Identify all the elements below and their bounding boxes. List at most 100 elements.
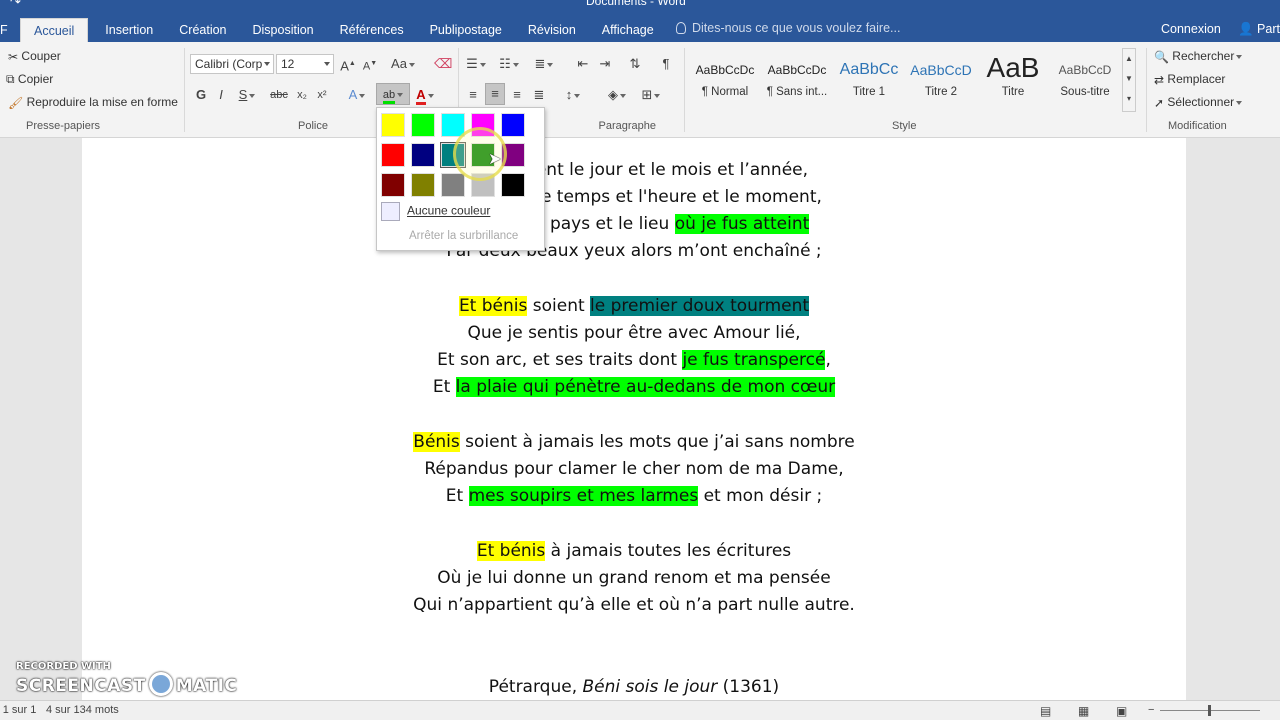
subscript-button[interactable]: x₂ (294, 85, 310, 105)
text-effects-button[interactable]: A (344, 85, 370, 105)
style-title[interactable]: AaB Titre (977, 48, 1049, 112)
underline-button[interactable]: S (235, 85, 259, 105)
record-icon (148, 672, 173, 696)
replace-button[interactable]: ⇄ Remplacer (1154, 72, 1225, 87)
tab-mailings[interactable]: Publipostage (417, 18, 515, 42)
style-normal[interactable]: AaBbCcDc ¶ Normal (689, 48, 761, 112)
paintbrush-icon: 🖌 (8, 95, 24, 110)
poem-line: La saison, le temps et l'heure et le mom… (446, 187, 822, 207)
screencast-watermark: RECORDED WITH SCREENCAST MATIC (16, 661, 238, 696)
color-swatch[interactable] (381, 143, 405, 167)
format-painter-button[interactable]: 🖌 Reproduire la mise en forme (8, 95, 178, 110)
bullets-icon[interactable]: ☰ (464, 54, 488, 74)
person-icon: 👤 (1238, 22, 1258, 36)
find-button[interactable]: 🔍 Rechercher (1154, 49, 1243, 64)
bold-button[interactable]: G (194, 85, 208, 105)
tab-layout[interactable]: Disposition (240, 18, 327, 42)
color-swatch[interactable] (411, 113, 435, 137)
line-spacing-icon[interactable]: ↕ (560, 85, 586, 105)
copy-button[interactable]: ⧉ Copier (6, 72, 53, 87)
zoom-out-icon[interactable]: − (1148, 704, 1154, 716)
color-swatch[interactable] (411, 143, 435, 167)
highlighted-text: je fus transpercé (682, 350, 826, 370)
color-swatch[interactable] (381, 173, 405, 197)
strikethrough-button[interactable]: abc (270, 85, 288, 105)
show-formatting-icon[interactable]: ¶ (658, 54, 674, 74)
increase-indent-icon[interactable]: ⇥ (596, 54, 614, 74)
page-count[interactable]: Page 1 sur 1 (0, 704, 36, 716)
highlighter-icon: ab (382, 89, 396, 104)
tab-home[interactable]: Accueil (20, 18, 89, 42)
change-case-button[interactable]: Aa (390, 54, 416, 74)
poem-attribution: Pétrarque, Béni sois le jour (1361) (488, 677, 780, 697)
style-heading-2[interactable]: AaBbCcD Titre 2 (905, 48, 977, 112)
tab-insert[interactable]: Insertion (92, 18, 166, 42)
highlighted-text: la plaie qui pénètre au-dedans de mon cœ… (455, 377, 836, 397)
font-name-combo[interactable]: Calibri (Corp (190, 54, 274, 74)
font-size-combo[interactable]: 12 (276, 54, 334, 74)
clear-formatting-icon[interactable]: ⌫ (434, 54, 452, 74)
color-swatch[interactable] (441, 173, 465, 197)
sort-icon[interactable]: ⇅ (626, 54, 644, 74)
justify-icon[interactable]: ≣ (530, 85, 548, 105)
highlighted-text: Et bénis (476, 541, 546, 561)
shrink-font-button[interactable]: A▼ (362, 54, 378, 74)
cut-button[interactable]: ✂ Couper (8, 49, 61, 64)
style-heading-1[interactable]: AaBbCc Titre 1 (833, 48, 905, 112)
document-page[interactable]: Bénis soient le jour et le mois et l’ann… (82, 138, 1186, 700)
styles-scroll[interactable]: ▲ ▼ ▾ (1122, 48, 1136, 112)
color-swatch[interactable] (501, 113, 525, 137)
decrease-indent-icon[interactable]: ⇤ (574, 54, 592, 74)
color-swatch[interactable] (501, 173, 525, 197)
stop-highlighting-option: Arrêter la surbrillance (409, 230, 519, 242)
tab-references[interactable]: Références (327, 18, 417, 42)
window-title: Documents - Word (586, 0, 686, 8)
select-button[interactable]: ➚ Sélectionner (1154, 95, 1243, 110)
word-count[interactable]: 4 sur 134 mots (46, 704, 119, 716)
poem-line: Bénis soient le jour et le mois et l’ann… (459, 160, 809, 180)
borders-icon[interactable]: ⊞ (638, 85, 664, 105)
read-mode-icon[interactable]: ▤ (1040, 704, 1051, 718)
zoom-slider-thumb[interactable] (1208, 705, 1211, 716)
align-right-icon[interactable]: ≡ (508, 85, 526, 105)
align-center-icon[interactable]: ≡ (485, 83, 505, 105)
tab-file[interactable]: Fichier (0, 18, 8, 42)
title-bar: ↷ Documents - Word Fichier Accueil Inser… (0, 0, 1280, 42)
scissors-icon: ✂ (8, 49, 19, 64)
editing-group-label: Modification (1168, 120, 1227, 132)
align-left-icon[interactable]: ≡ (464, 85, 482, 105)
superscript-button[interactable]: x² (314, 85, 330, 105)
sign-in-link[interactable]: Connexion (1161, 22, 1221, 36)
color-swatch[interactable] (411, 173, 435, 197)
highlighted-text: où je fus atteint (674, 214, 810, 234)
italic-button[interactable]: I (215, 85, 227, 105)
poem-line: Et le beau pays et le lieu où je fus att… (82, 214, 1186, 234)
tab-view[interactable]: Affichage (589, 18, 667, 42)
mouse-pointer-icon: ➤ (488, 151, 502, 168)
poem-line: Et son arc, et ses traits dont je fus tr… (437, 350, 831, 370)
grow-font-button[interactable]: A▲ (340, 54, 356, 74)
color-swatch[interactable] (381, 113, 405, 137)
poem-line: Et la plaie qui pénètre au-dedans de mon… (432, 377, 836, 397)
numbering-icon[interactable]: ☷ (497, 54, 521, 74)
no-color-option[interactable]: Aucune couleur (381, 202, 490, 221)
paragraph-group-label: Paragraphe (598, 120, 657, 132)
poem-line: Et bénis à jamais toutes les écritures (476, 541, 792, 561)
quick-access-toolbar[interactable]: ↷ (10, 0, 21, 10)
style-subtitle[interactable]: AaBbCcD Sous-titre (1049, 48, 1121, 112)
cursor-icon: ➚ (1154, 95, 1165, 110)
multilevel-list-icon[interactable]: ≣ (530, 54, 558, 74)
highlighted-text: mes soupirs et mes larmes (468, 486, 699, 506)
tab-design[interactable]: Création (166, 18, 239, 42)
style-no-spacing[interactable]: AaBbCcDc ¶ Sans int... (761, 48, 833, 112)
font-color-button[interactable]: A (412, 85, 438, 105)
highlight-color-button[interactable]: ab (376, 83, 410, 105)
shading-icon[interactable]: ◈ (604, 85, 630, 105)
web-layout-icon[interactable]: ▣ (1116, 704, 1127, 718)
poem-line: Répandus pour clamer le cher nom de ma D… (424, 459, 844, 479)
highlighted-text: le premier doux tourment (590, 296, 810, 316)
share-button[interactable]: 👤 Partager (1238, 22, 1280, 37)
tab-review[interactable]: Révision (515, 18, 589, 42)
tell-me-box[interactable]: Dites-nous ce que vous voulez faire... (676, 21, 900, 35)
print-layout-icon[interactable]: ▦ (1078, 704, 1089, 718)
